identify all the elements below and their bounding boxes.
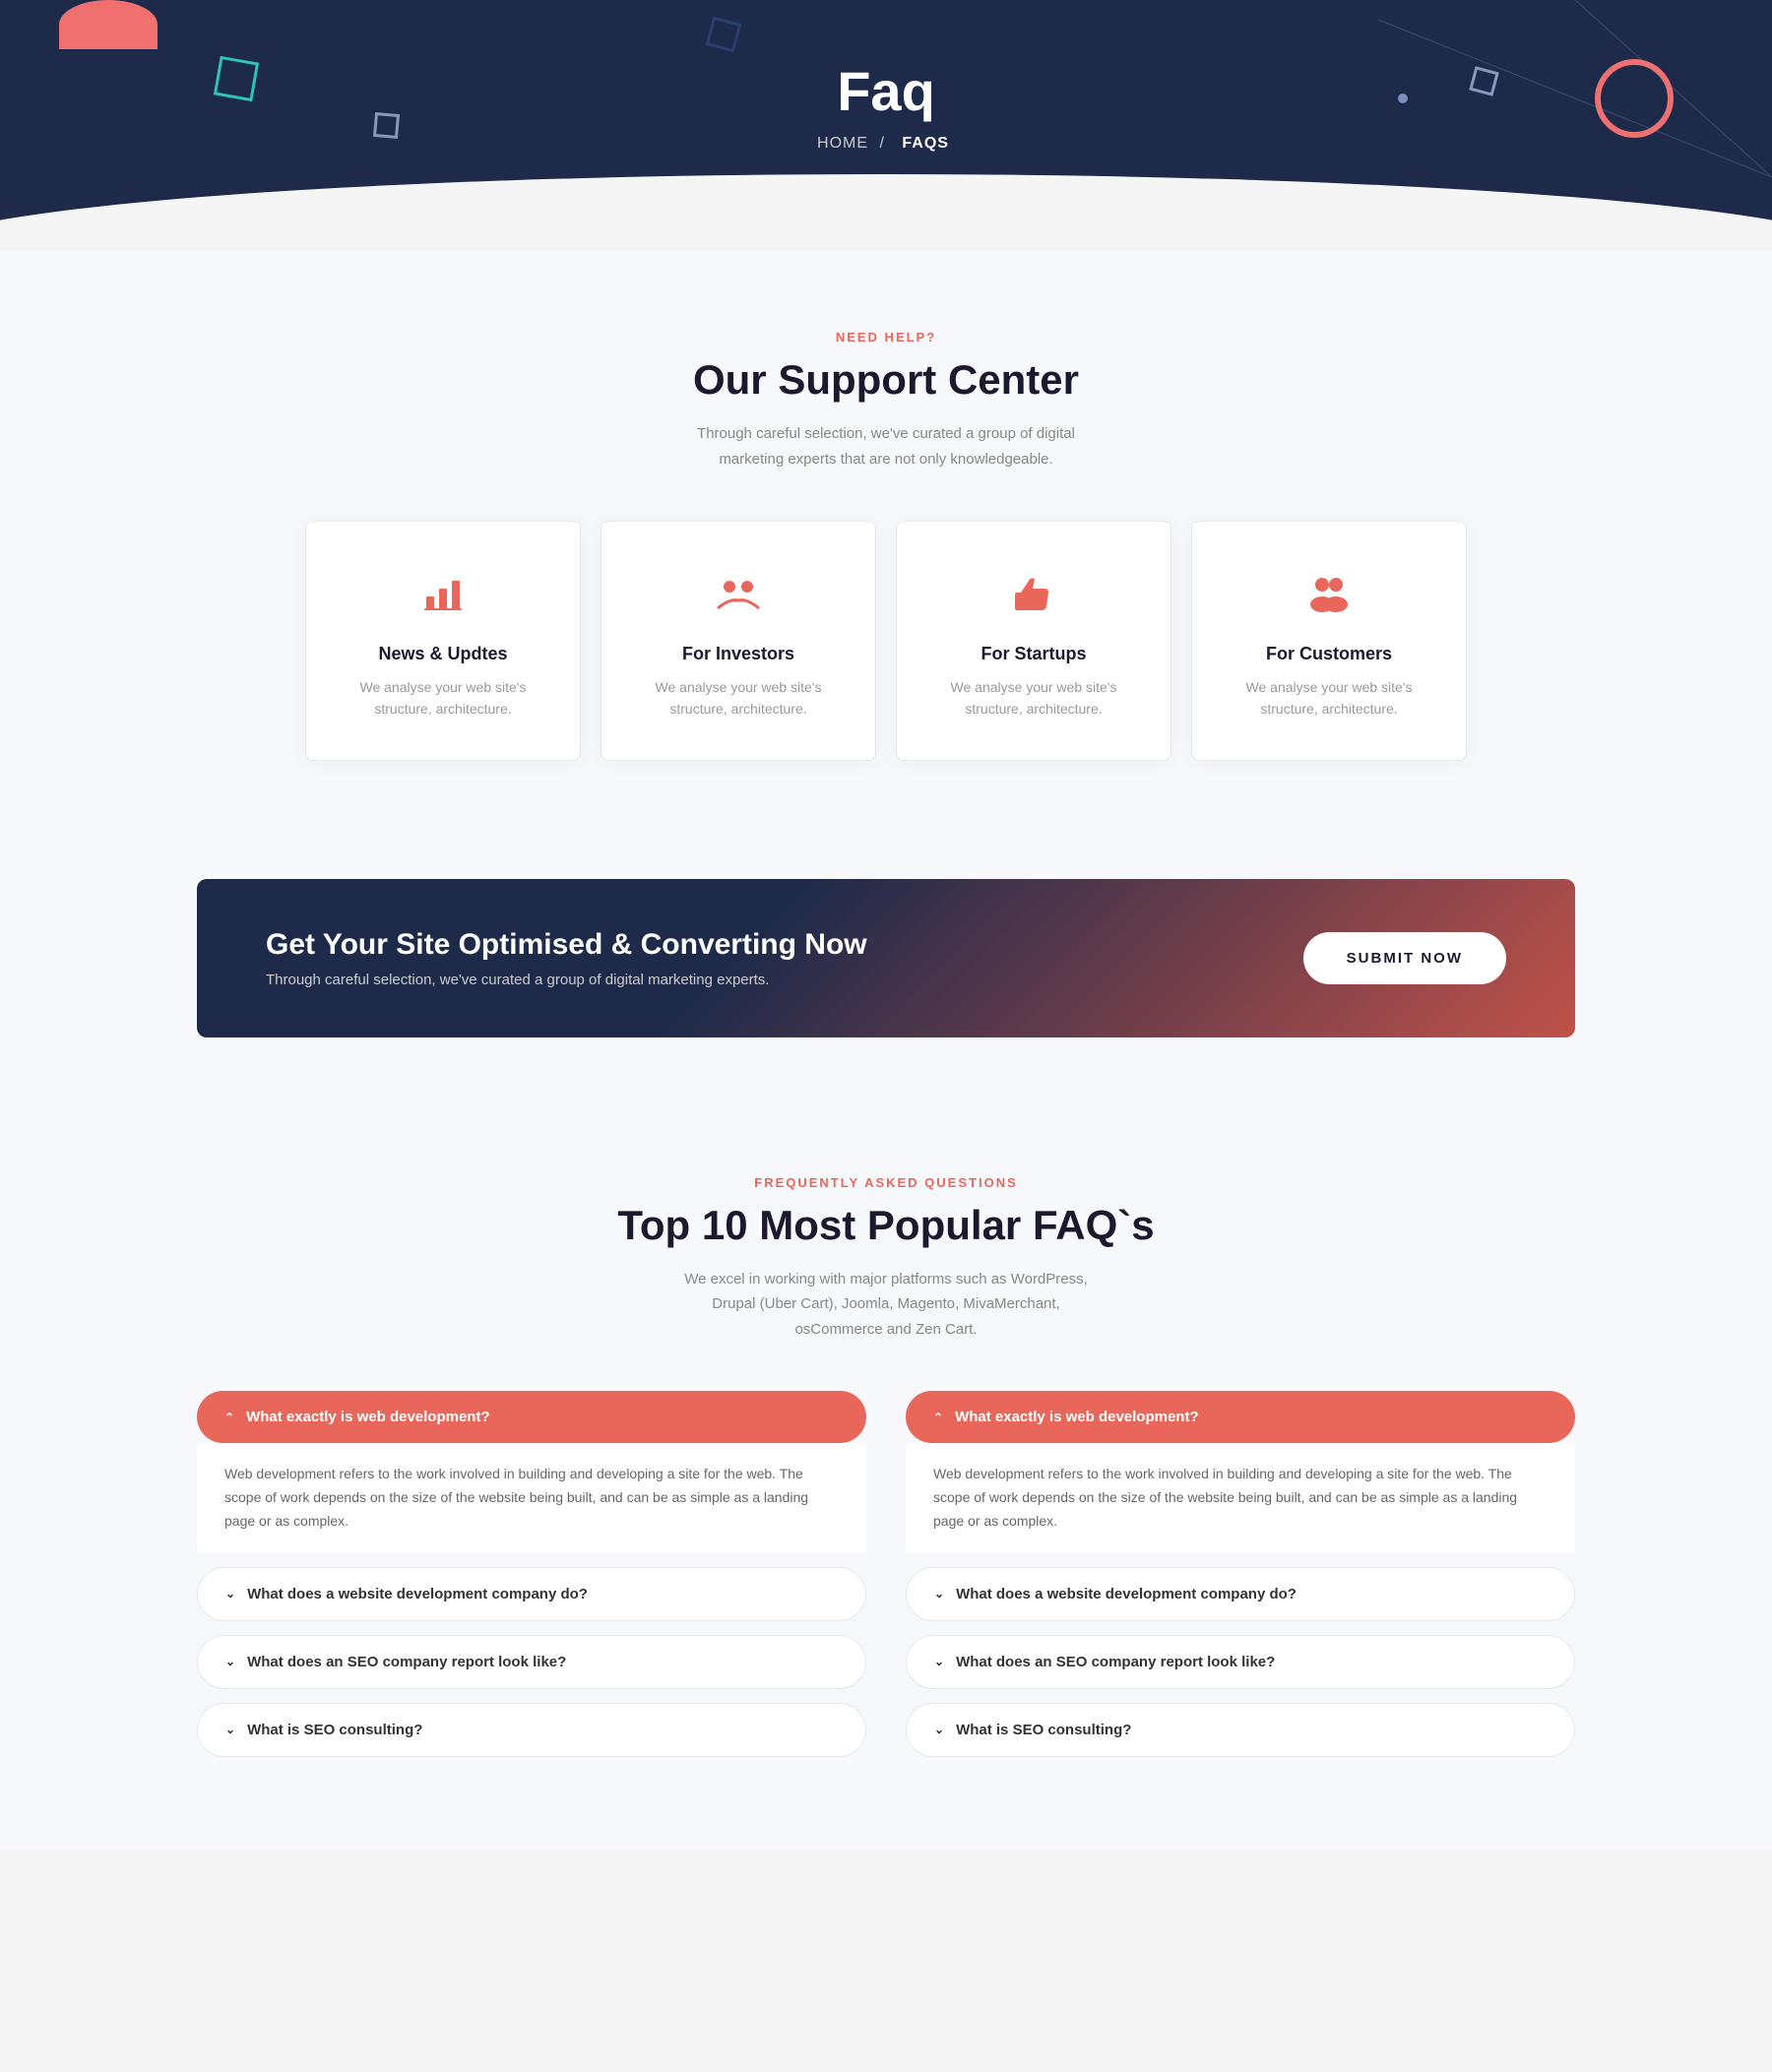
cta-description: Through careful selection, we've curated…	[266, 972, 867, 988]
faq-description: We excel in working with major platforms…	[679, 1267, 1093, 1343]
faq-question-right-0[interactable]: ⌃ What exactly is web development?	[906, 1391, 1575, 1443]
card-customers-title: For Customers	[1222, 644, 1436, 664]
faq-arrow-left-2: ⌄	[225, 1655, 235, 1668]
faq-question-text-right-2: What does an SEO company report look lik…	[956, 1654, 1275, 1670]
faq-arrow-right-2: ⌄	[934, 1655, 944, 1668]
deco-circle-top	[59, 0, 158, 49]
faq-item-left-2: ⌄ What does an SEO company report look l…	[197, 1635, 866, 1689]
faq-item-right-3: ⌄ What is SEO consulting?	[906, 1703, 1575, 1757]
thumbsup-icon	[926, 571, 1141, 626]
faq-question-text-left-3: What is SEO consulting?	[247, 1722, 422, 1738]
cards-grid: News & Updtes We analyse your web site's…	[197, 521, 1575, 761]
faq-item-left-1: ⌄ What does a website development compan…	[197, 1567, 866, 1621]
faq-column-right: ⌃ What exactly is web development? Web d…	[906, 1391, 1575, 1770]
faq-question-left-2[interactable]: ⌄ What does an SEO company report look l…	[197, 1635, 866, 1689]
breadcrumb-separator: /	[879, 135, 884, 152]
chart-icon	[336, 571, 550, 626]
faq-arrow-left-3: ⌄	[225, 1723, 235, 1736]
faq-question-text-left-0: What exactly is web development?	[246, 1409, 490, 1425]
deco-square-1	[214, 56, 259, 101]
customers-icon	[1222, 571, 1436, 626]
support-title: Our Support Center	[197, 356, 1575, 404]
faq-question-text-left-2: What does an SEO company report look lik…	[247, 1654, 566, 1670]
support-description: Through careful selection, we've curated…	[679, 421, 1093, 471]
faq-arrow-right-1: ⌄	[934, 1587, 944, 1601]
main-content: NEED HELP? Our Support Center Through ca…	[0, 251, 1772, 1850]
deco-lines	[1280, 0, 1772, 177]
card-startups-title: For Startups	[926, 644, 1141, 664]
faq-answer-left-0: Web development refers to the work invol…	[197, 1443, 866, 1552]
handshake-icon	[631, 571, 846, 626]
faq-item-left-3: ⌄ What is SEO consulting?	[197, 1703, 866, 1757]
card-news-desc: We analyse your web site's structure, ar…	[336, 676, 550, 721]
faq-question-right-3[interactable]: ⌄ What is SEO consulting?	[906, 1703, 1575, 1757]
card-news: News & Updtes We analyse your web site's…	[305, 521, 581, 761]
faq-question-text-right-1: What does a website development company …	[956, 1586, 1297, 1602]
hero-header: Faq HOME / FAQS	[0, 0, 1772, 251]
support-tag: NEED HELP?	[197, 330, 1575, 345]
card-customers: For Customers We analyse your web site's…	[1191, 521, 1467, 761]
faq-tag: FREQUENTLY ASKED QUESTIONS	[197, 1175, 1575, 1190]
faq-question-left-3[interactable]: ⌄ What is SEO consulting?	[197, 1703, 866, 1757]
faq-arrow-right-0: ⌃	[933, 1411, 943, 1424]
faq-question-text-left-1: What does a website development company …	[247, 1586, 588, 1602]
card-investors-desc: We analyse your web site's structure, ar…	[631, 676, 846, 721]
faq-question-left-1[interactable]: ⌄ What does a website development compan…	[197, 1567, 866, 1621]
faq-arrow-right-3: ⌄	[934, 1723, 944, 1736]
breadcrumb-home[interactable]: HOME	[817, 135, 868, 152]
cta-heading: Get Your Site Optimised & Converting Now	[266, 928, 867, 962]
faq-arrow-left-1: ⌄	[225, 1587, 235, 1601]
card-startups: For Startups We analyse your web site's …	[896, 521, 1171, 761]
cta-text: Get Your Site Optimised & Converting Now…	[266, 928, 867, 988]
faq-item-right-0: ⌃ What exactly is web development? Web d…	[906, 1391, 1575, 1552]
card-investors-title: For Investors	[631, 644, 846, 664]
faq-header: FREQUENTLY ASKED QUESTIONS Top 10 Most P…	[197, 1175, 1575, 1343]
card-startups-desc: We analyse your web site's structure, ar…	[926, 676, 1141, 721]
deco-square-3	[373, 112, 400, 139]
faq-question-left-0[interactable]: ⌃ What exactly is web development?	[197, 1391, 866, 1443]
cta-banner: Get Your Site Optimised & Converting Now…	[197, 879, 1575, 1037]
deco-square-2	[706, 17, 742, 53]
submit-now-button[interactable]: SUBMIT NOW	[1303, 932, 1506, 984]
support-section: NEED HELP? Our Support Center Through ca…	[0, 251, 1772, 820]
faq-column-left: ⌃ What exactly is web development? Web d…	[197, 1391, 866, 1770]
faq-question-right-2[interactable]: ⌄ What does an SEO company report look l…	[906, 1635, 1575, 1689]
faq-grid: ⌃ What exactly is web development? Web d…	[197, 1391, 1575, 1770]
card-news-title: News & Updtes	[336, 644, 550, 664]
faq-item-right-1: ⌄ What does a website development compan…	[906, 1567, 1575, 1621]
faq-arrow-left-0: ⌃	[224, 1411, 234, 1424]
faq-item-left-0: ⌃ What exactly is web development? Web d…	[197, 1391, 866, 1552]
card-customers-desc: We analyse your web site's structure, ar…	[1222, 676, 1436, 721]
faq-question-right-1[interactable]: ⌄ What does a website development compan…	[906, 1567, 1575, 1621]
faq-item-right-2: ⌄ What does an SEO company report look l…	[906, 1635, 1575, 1689]
faq-section: FREQUENTLY ASKED QUESTIONS Top 10 Most P…	[0, 1097, 1772, 1850]
faq-answer-right-0: Web development refers to the work invol…	[906, 1443, 1575, 1552]
faq-question-text-right-0: What exactly is web development?	[955, 1409, 1199, 1425]
card-investors: For Investors We analyse your web site's…	[601, 521, 876, 761]
breadcrumb-current: FAQS	[902, 135, 949, 152]
faq-title: Top 10 Most Popular FAQ`s	[197, 1202, 1575, 1249]
faq-question-text-right-3: What is SEO consulting?	[956, 1722, 1131, 1738]
